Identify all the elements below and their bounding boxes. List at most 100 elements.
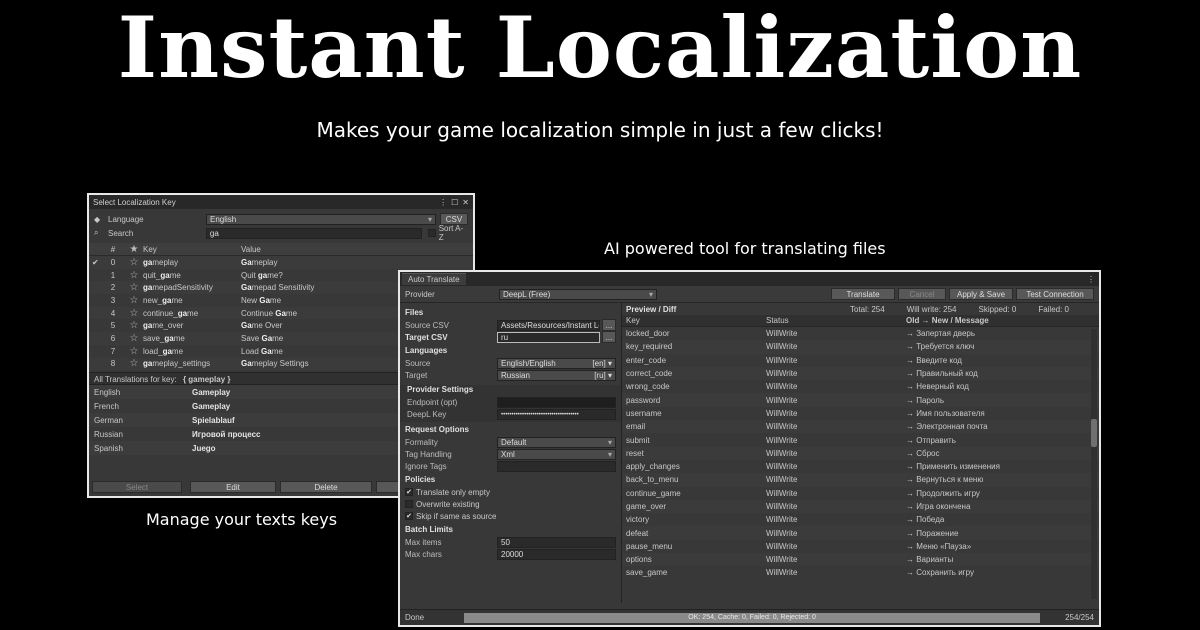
delete-button[interactable]: Delete bbox=[280, 481, 372, 493]
target-lang-dropdown[interactable]: Russian [ru] ▾ bbox=[497, 369, 616, 381]
target-csv-field[interactable]: ru bbox=[497, 331, 600, 343]
auto-translate-tab[interactable]: Auto Translate bbox=[402, 273, 466, 285]
translation-language: Spanish bbox=[94, 443, 123, 453]
language-label: Language bbox=[108, 214, 144, 224]
deepl-key-field[interactable]: ••••••••••••••••••••••••••••••••••••• bbox=[497, 408, 616, 420]
preview-row: correct_code WillWrite → Правильный код bbox=[622, 366, 1099, 381]
tag-icon: ◆ bbox=[94, 214, 101, 224]
source-browse-button[interactable]: ... bbox=[602, 319, 616, 331]
preview-row: locked_door WillWrite → Запертая дверь bbox=[622, 327, 1099, 340]
preview-status: WillWrite bbox=[766, 342, 798, 352]
preview-row: apply_changes WillWrite → Применить измене… bbox=[622, 460, 1099, 473]
preview-new-value: → Меню «Пауза» bbox=[906, 541, 972, 551]
preview-status: WillWrite bbox=[766, 515, 798, 525]
settings-panel: Files Source CSV Assets/Resources/Instant… bbox=[400, 303, 622, 603]
sort-label: Sort A-Z bbox=[438, 224, 464, 242]
star-icon[interactable]: ☆ bbox=[125, 270, 143, 281]
preview-status: WillWrite bbox=[766, 502, 798, 511]
search-input[interactable]: ga bbox=[205, 227, 422, 239]
menu-dots-icon[interactable]: ⋮ bbox=[1087, 275, 1095, 284]
edit-button[interactable]: Edit bbox=[190, 481, 276, 493]
sort-checkbox[interactable] bbox=[427, 229, 436, 237]
scrollbar-thumb[interactable] bbox=[1091, 419, 1097, 447]
provider-settings-heading: Provider Settings bbox=[407, 385, 474, 394]
target-lang-label: Target bbox=[405, 370, 428, 380]
preview-new-value: → Неверный код bbox=[906, 382, 969, 392]
source-csv-field[interactable]: Assets/Resources/Instant Loc bbox=[497, 319, 600, 331]
star-icon[interactable]: ☆ bbox=[125, 358, 143, 369]
key-row[interactable]: ✔ 0 ☆ gameplay Gameplay bbox=[89, 256, 473, 269]
preview-key: save_game bbox=[626, 568, 668, 578]
preview-status: WillWrite bbox=[766, 568, 798, 578]
request-options-heading: Request Options bbox=[405, 425, 470, 434]
language-dropdown[interactable]: English bbox=[206, 213, 436, 225]
preview-panel: Preview / Diff Total: 254 Will write: 25… bbox=[622, 303, 1099, 603]
provider-label: Provider bbox=[405, 289, 435, 299]
star-icon[interactable]: ☆ bbox=[125, 320, 143, 331]
preview-status: WillWrite bbox=[766, 382, 798, 392]
provider-settings-box: Provider Settings Endpoint (opt) DeepL K… bbox=[400, 385, 621, 422]
preview-key: apply_changes bbox=[626, 462, 680, 472]
preview-scrollbar[interactable] bbox=[1091, 329, 1097, 599]
max-items-field[interactable]: 50 bbox=[497, 536, 616, 548]
star-icon[interactable]: ☆ bbox=[125, 282, 143, 293]
preview-new-value: → Правильный код bbox=[906, 369, 978, 379]
preview-key: defeat bbox=[626, 528, 649, 538]
star-icon[interactable]: ☆ bbox=[125, 333, 143, 344]
search-label: Search bbox=[107, 228, 134, 238]
star-icon[interactable]: ☆ bbox=[125, 308, 143, 319]
preview-columns: Key Status Old → New / Message bbox=[622, 315, 1099, 327]
select-button[interactable]: Select bbox=[92, 481, 182, 493]
policy-skip-same-checkbox[interactable]: ✔ bbox=[405, 512, 413, 520]
preview-new-value: → Продолжить игру bbox=[906, 488, 980, 498]
maximize-icon[interactable]: ☐ bbox=[451, 198, 458, 207]
preview-key: correct_code bbox=[626, 369, 673, 379]
preview-status: WillWrite bbox=[766, 395, 798, 405]
formality-dropdown[interactable]: Default bbox=[497, 436, 616, 448]
tag-handling-dropdown[interactable]: Xml bbox=[497, 448, 616, 460]
preview-new-value: → Отправить bbox=[906, 435, 956, 445]
preview-row: back_to_menu WillWrite → Вернуться к меню bbox=[622, 473, 1099, 487]
stat-failed: Failed: 0 bbox=[1038, 304, 1069, 314]
star-icon[interactable]: ☆ bbox=[125, 346, 143, 357]
auto-translate-window: Auto Translate ⋮ Provider DeepL (Free) T… bbox=[398, 270, 1101, 627]
preview-row: options WillWrite → Варианты bbox=[622, 553, 1099, 567]
cancel-button[interactable]: Cancel bbox=[898, 288, 946, 300]
star-icon[interactable]: ☆ bbox=[125, 257, 143, 268]
key-name: gameplay bbox=[143, 257, 179, 267]
ignore-tags-field[interactable] bbox=[497, 460, 616, 472]
languages-heading: Languages bbox=[405, 346, 448, 355]
policy-skip-same-label: Skip if same as source bbox=[416, 511, 497, 521]
preview-key: email bbox=[626, 422, 646, 432]
window-title: Select Localization Key bbox=[93, 197, 176, 207]
key-index: 2 bbox=[110, 283, 116, 293]
key-name: save_game bbox=[143, 333, 185, 343]
preview-status: WillWrite bbox=[766, 408, 798, 418]
policy-overwrite-checkbox[interactable] bbox=[405, 500, 413, 508]
col-value: Value bbox=[241, 244, 261, 254]
preview-new-value: → Запертая дверь bbox=[906, 329, 976, 339]
policy-translate-empty-checkbox[interactable]: ✔ bbox=[405, 488, 413, 496]
apply-save-button[interactable]: Apply & Save bbox=[949, 288, 1013, 300]
preview-new-value: → Игра окончена bbox=[906, 502, 971, 511]
translation-value: Gameplay bbox=[192, 387, 231, 397]
all-translations-key: { gameplay } bbox=[182, 375, 231, 385]
max-items-label: Max items bbox=[405, 537, 442, 547]
keys-table-header: # ★ Key Value bbox=[89, 243, 473, 256]
star-icon[interactable]: ☆ bbox=[125, 295, 143, 306]
menu-dots-icon[interactable]: ⋮ bbox=[439, 198, 447, 207]
key-name: new_game bbox=[143, 295, 183, 305]
test-connection-button[interactable]: Test Connection bbox=[1016, 288, 1094, 300]
key-index: 7 bbox=[110, 346, 116, 356]
translate-button[interactable]: Translate bbox=[831, 288, 895, 300]
max-chars-field[interactable]: 20000 bbox=[497, 548, 616, 560]
source-lang-dropdown[interactable]: English/English [en] ▾ bbox=[497, 357, 616, 369]
target-browse-button[interactable]: ... bbox=[602, 331, 616, 343]
close-icon[interactable]: ✕ bbox=[462, 198, 469, 207]
formality-label: Formality bbox=[405, 437, 438, 447]
col-key: Key bbox=[626, 316, 640, 325]
hero-subtitle: Makes your game localization simple in j… bbox=[316, 118, 884, 142]
preview-key: password bbox=[626, 395, 661, 405]
endpoint-field[interactable] bbox=[497, 396, 616, 408]
provider-dropdown[interactable]: DeepL (Free) bbox=[499, 288, 657, 300]
